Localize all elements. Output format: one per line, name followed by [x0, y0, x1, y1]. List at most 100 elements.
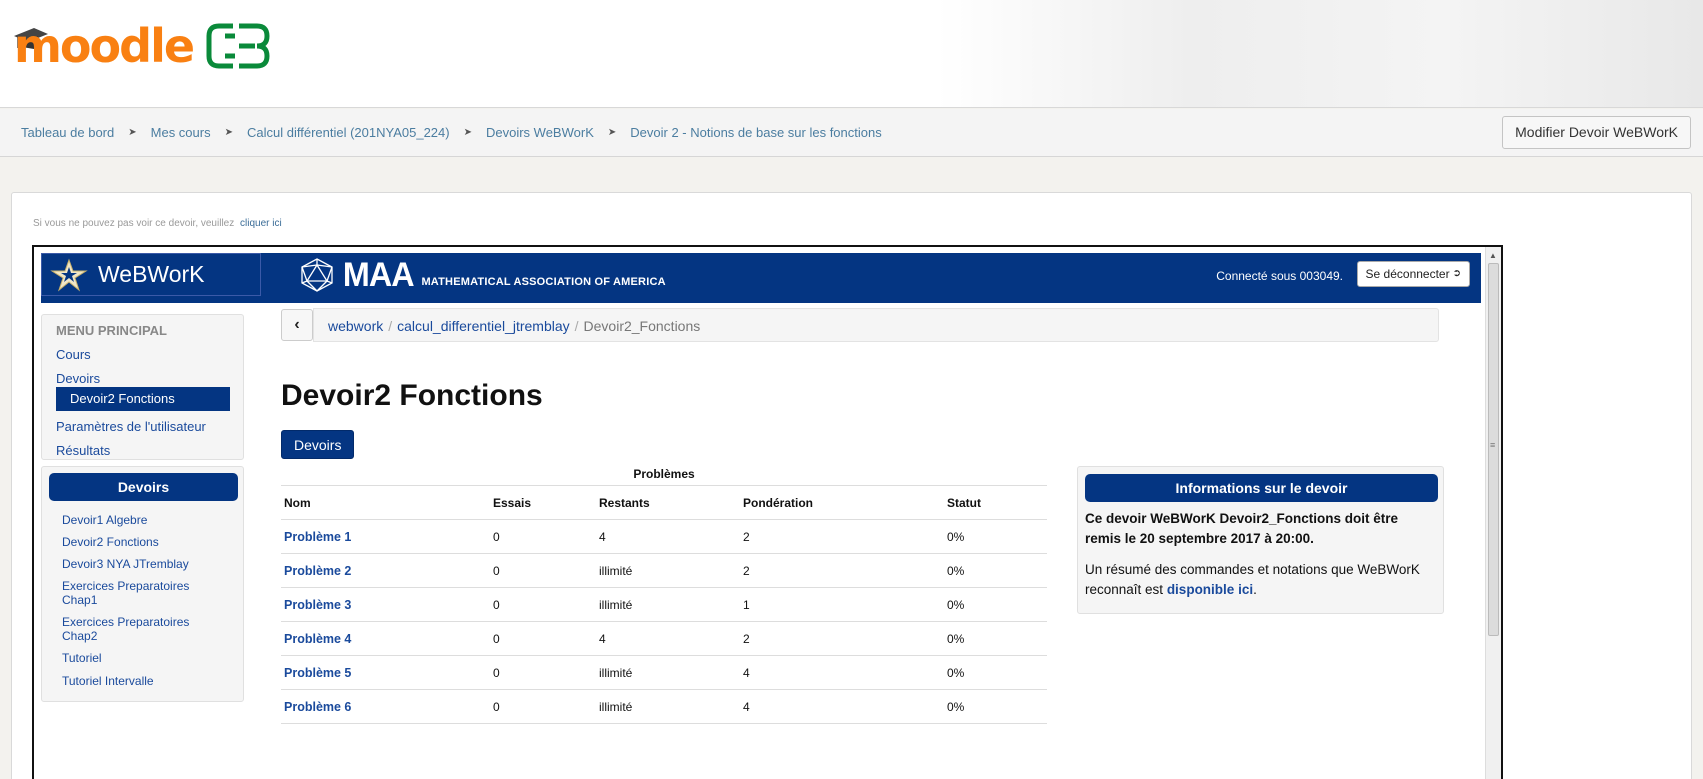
problem-link[interactable]: Problème 1: [284, 530, 351, 544]
webwork-path-inner: webwork / calcul_differentiel_jtremblay / De…: [328, 318, 700, 334]
table-row: Problème 5 0 illimité 4 0%: [281, 655, 1047, 690]
menu-item-courses[interactable]: Cours: [56, 347, 91, 362]
summary-suffix: .: [1253, 582, 1257, 597]
breadcrumb-separator-icon: ➤: [463, 127, 472, 138]
summary-link[interactable]: disponible ici: [1167, 582, 1253, 597]
breadcrumb-my-courses[interactable]: Mes cours: [151, 125, 211, 140]
remaining-cell: 4: [596, 519, 740, 554]
edit-webwork-assignment-button[interactable]: Modifier Devoir WeBWorK: [1502, 116, 1691, 149]
problem-link[interactable]: Problème 2: [284, 564, 351, 578]
sign-out-icon: ➲: [1452, 268, 1461, 279]
problem-name-cell: Problème 5: [281, 655, 490, 690]
column-header-remaining: Restants: [596, 485, 740, 520]
logout-button[interactable]: Se déconnecter ➲: [1356, 261, 1470, 287]
table-row: Problème 2 0 illimité 2 0%: [281, 553, 1047, 588]
homework-set-item[interactable]: Exercices Preparatoires Chap1: [62, 579, 222, 607]
homework-set-item[interactable]: Tutoriel: [62, 651, 222, 665]
attempts-cell: 0: [490, 519, 596, 554]
table-row: Problème 4 0 4 2 0%: [281, 621, 1047, 656]
main-menu: MENU PRINCIPAL Cours Devoirs Devoir2 Fon…: [41, 314, 244, 460]
menu-item-user-settings[interactable]: Paramètres de l'utilisateur: [56, 419, 206, 434]
breadcrumb-assignment[interactable]: Devoir 2 - Notions de base sur les fonct…: [630, 125, 881, 140]
problem-link[interactable]: Problème 3: [284, 598, 351, 612]
webwork-brand[interactable]: WeBWorK: [41, 253, 261, 296]
notice-link[interactable]: cliquer ici: [240, 218, 282, 229]
status-cell: 0%: [944, 689, 1047, 724]
notice-text: Si vous ne pouvez pas voir ce devoir, ve…: [33, 218, 235, 229]
menu-item-results[interactable]: Résultats: [56, 443, 110, 458]
table-row: Problème 3 0 illimité 1 0%: [281, 587, 1047, 622]
breadcrumb-dashboard[interactable]: Tableau de bord: [21, 125, 114, 140]
remaining-cell: illimité: [596, 655, 740, 690]
moodle-logo[interactable]: moodle: [14, 16, 273, 76]
problems-table: Problèmes Nom Essais Restants Pondératio…: [281, 463, 1047, 724]
attempts-cell: 0: [490, 689, 596, 724]
set-title: Devoir2 Fonctions: [281, 379, 543, 412]
logged-in-status: Connecté sous 003049.: [1216, 269, 1343, 283]
logout-label: Se déconnecter: [1365, 267, 1450, 281]
scroll-up-arrow-icon[interactable]: ▲: [1489, 251, 1497, 260]
menu-item-current-set[interactable]: Devoir2 Fonctions: [56, 387, 230, 411]
homework-sets-panel: Devoirs Devoir1 Algebre Devoir2 Fonction…: [41, 466, 244, 702]
homework-set-item[interactable]: Devoir1 Algebre: [62, 513, 222, 527]
attempts-cell: 0: [490, 553, 596, 588]
homework-set-item[interactable]: Devoir3 NYA JTremblay: [62, 557, 222, 571]
chevron-left-icon: ‹: [294, 316, 300, 333]
maa-logo[interactable]: MAA MATHEMATICAL ASSOCIATION OF AMERICA: [299, 255, 666, 295]
homework-set-item[interactable]: Exercices Preparatoires Chap2: [62, 615, 222, 643]
college-logo-icon: [206, 23, 270, 69]
remaining-cell: illimité: [596, 553, 740, 588]
breadcrumb-webwork-assignments[interactable]: Devoirs WeBWorK: [486, 125, 594, 140]
problem-link[interactable]: Problème 6: [284, 700, 351, 714]
attempts-cell: 0: [490, 655, 596, 690]
homework-set-item[interactable]: Devoir2 Fonctions: [62, 535, 222, 549]
weight-cell: 1: [740, 587, 944, 622]
attempts-cell: 0: [490, 587, 596, 622]
homework-set-item[interactable]: Tutoriel Intervalle: [62, 674, 222, 688]
webwork-frame: WeBWorK MAA MATHEMATICAL ASSOCIATION OF …: [32, 245, 1503, 779]
remaining-cell: illimité: [596, 689, 740, 724]
summary-text: Un résumé des commandes et notations que…: [1085, 560, 1437, 600]
webwork-path: webwork / calcul_differentiel_jtremblay / De…: [313, 308, 1439, 342]
webwork-star-icon: [50, 258, 88, 291]
column-header-status: Statut: [944, 485, 1047, 520]
problem-name-cell: Problème 6: [281, 689, 490, 724]
weight-cell: 2: [740, 621, 944, 656]
problems-caption: Problèmes: [633, 467, 695, 481]
frame-scrollbar[interactable]: ▲ ≡: [1485, 247, 1501, 779]
due-date-text: Ce devoir WeBWorK Devoir2_Fonctions doit…: [1085, 511, 1399, 546]
table-row: Problème 1 0 4 2 0%: [281, 519, 1047, 554]
grip-icon: ≡: [1490, 440, 1496, 450]
assignments-button[interactable]: Devoirs: [281, 430, 355, 459]
maa-icosahedron-icon: [301, 258, 333, 292]
problem-link[interactable]: Problème 4: [284, 632, 351, 646]
problem-name-cell: Problème 2: [281, 553, 490, 588]
breadcrumb-bar: Tableau de bord ➤ Mes cours ➤ Calcul dif…: [0, 109, 1703, 157]
menu-item-assignments[interactable]: Devoirs: [56, 371, 100, 386]
column-header-name: Nom: [281, 485, 490, 520]
frame-notice: Si vous ne pouvez pas voir ce devoir, ve…: [33, 218, 282, 229]
remaining-cell: 4: [596, 621, 740, 656]
weight-cell: 2: [740, 519, 944, 554]
table-header-row: Nom Essais Restants Pondération Statut: [281, 485, 1047, 520]
path-separator: /: [388, 318, 393, 334]
attempts-cell: 0: [490, 621, 596, 656]
maa-acronym: MAA: [342, 255, 415, 294]
scrollbar-thumb[interactable]: ≡: [1488, 263, 1499, 636]
back-button[interactable]: ‹: [281, 309, 313, 341]
breadcrumb-separator-icon: ➤: [224, 127, 233, 138]
set-info-title: Informations sur le devoir: [1085, 474, 1438, 502]
problem-name-cell: Problème 1: [281, 519, 490, 554]
set-info-panel: Informations sur le devoir Ce devoir WeB…: [1077, 466, 1444, 614]
path-course[interactable]: calcul_differentiel_jtremblay: [397, 318, 570, 334]
main-menu-title: MENU PRINCIPAL: [56, 323, 167, 338]
breadcrumb-course[interactable]: Calcul différentiel (201NYA05_224): [247, 125, 450, 140]
path-webwork[interactable]: webwork: [328, 318, 383, 334]
path-current-set: Devoir2_Fonctions: [583, 318, 701, 334]
status-cell: 0%: [944, 519, 1047, 554]
remaining-cell: illimité: [596, 587, 740, 622]
status-cell: 0%: [944, 553, 1047, 588]
webwork-brand-name: WeBWorK: [98, 261, 205, 287]
problem-link[interactable]: Problème 5: [284, 666, 351, 680]
status-cell: 0%: [944, 621, 1047, 656]
